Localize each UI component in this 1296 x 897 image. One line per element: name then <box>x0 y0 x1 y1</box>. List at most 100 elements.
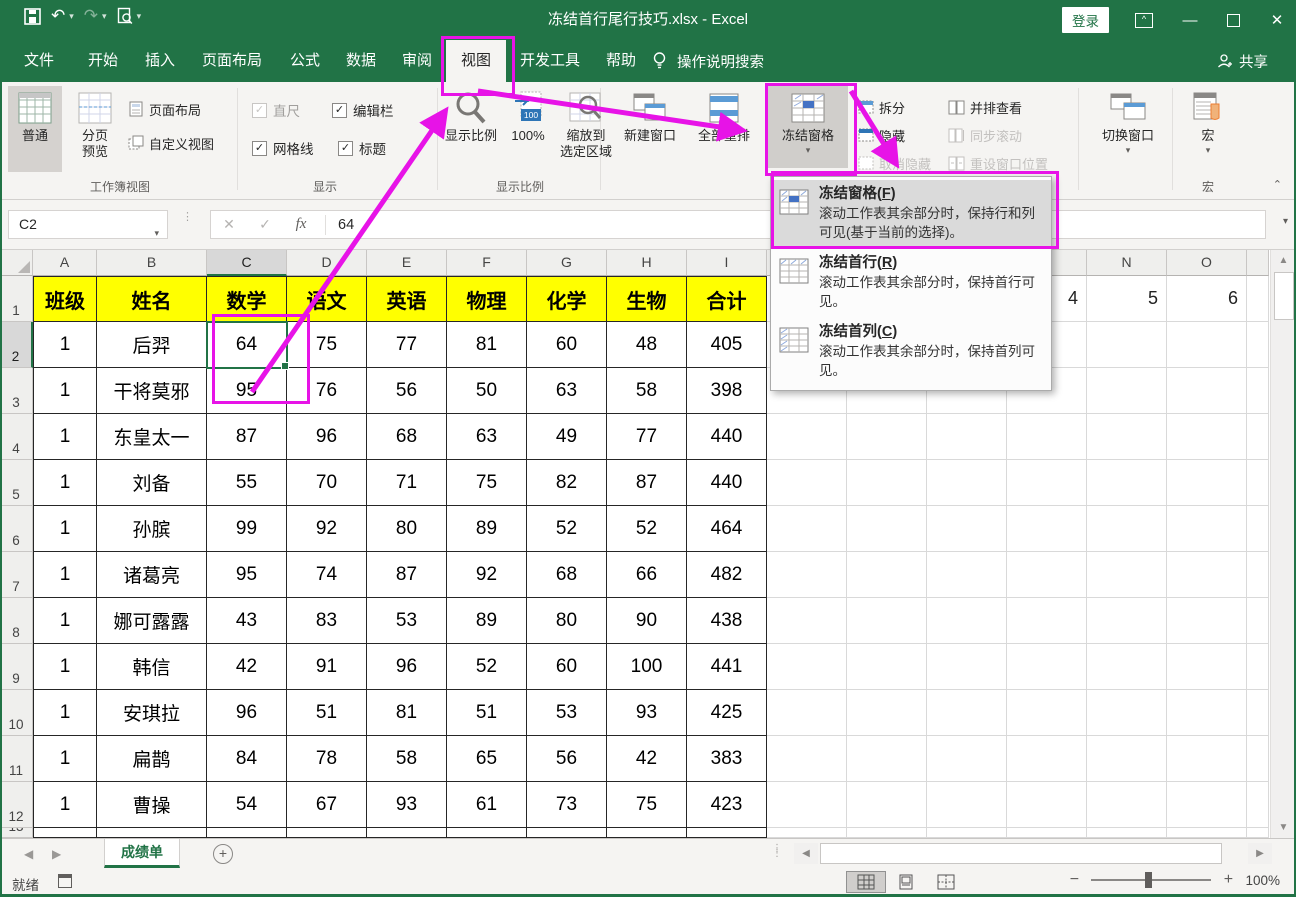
cell-M12[interactable] <box>1007 782 1087 828</box>
row-header-1[interactable]: 1 <box>0 276 33 322</box>
cell-M6[interactable] <box>1007 506 1087 552</box>
cell-O7[interactable] <box>1167 552 1247 598</box>
cell-F12[interactable]: 61 <box>447 782 527 828</box>
scroll-up-icon[interactable]: ▲ <box>1271 255 1296 266</box>
hide-button[interactable]: 隐藏 <box>858 124 905 146</box>
cell-H11[interactable]: 42 <box>607 736 687 782</box>
cell-O13[interactable] <box>1167 828 1247 838</box>
prev-sheet-icon[interactable]: ◀ <box>24 847 33 861</box>
cell-A3[interactable]: 1 <box>33 368 97 414</box>
cell-C9[interactable]: 42 <box>207 644 287 690</box>
tab-home[interactable]: 开始 <box>78 40 128 82</box>
arrange-all-button[interactable]: 全部重排 <box>690 86 758 172</box>
cell-G9[interactable]: 60 <box>527 644 607 690</box>
cell-B7[interactable]: 诸葛亮 <box>97 552 207 598</box>
view-side-by-side-button[interactable]: 并排查看 <box>948 96 1022 118</box>
cell-D10[interactable]: 51 <box>287 690 367 736</box>
select-all-corner[interactable] <box>0 250 33 276</box>
cell-G3[interactable]: 63 <box>527 368 607 414</box>
cell-D13[interactable] <box>287 828 367 838</box>
cell-M13[interactable] <box>1007 828 1087 838</box>
cell-partial-3[interactable] <box>1247 368 1269 414</box>
cell-N5[interactable] <box>1087 460 1167 506</box>
cell-E4[interactable]: 68 <box>367 414 447 460</box>
cell-D9[interactable]: 91 <box>287 644 367 690</box>
cell-J12[interactable] <box>767 782 847 828</box>
cancel-icon[interactable]: ✕ <box>211 216 247 233</box>
headings-checkbox[interactable]: ✓标题 <box>338 138 386 158</box>
name-box-dropdown-icon[interactable]: ▾ <box>154 220 159 247</box>
cell-A1[interactable]: 班级 <box>33 276 97 322</box>
cell-E10[interactable]: 81 <box>367 690 447 736</box>
cell-G5[interactable]: 82 <box>527 460 607 506</box>
cell-A4[interactable]: 1 <box>33 414 97 460</box>
cell-M7[interactable] <box>1007 552 1087 598</box>
cell-O5[interactable] <box>1167 460 1247 506</box>
normal-view-button[interactable]: 普通 <box>8 86 62 172</box>
tab-split-grip[interactable]: ⋮⋮ <box>772 846 782 856</box>
menu-item-freeze-top-row[interactable]: 冻结首行(R) 滚动工作表其余部分时，保持首行可见。 <box>771 249 1051 318</box>
cell-F3[interactable]: 50 <box>447 368 527 414</box>
cell-I8[interactable]: 438 <box>687 598 767 644</box>
cell-H8[interactable]: 90 <box>607 598 687 644</box>
cell-I11[interactable]: 383 <box>687 736 767 782</box>
cell-partial-1[interactable] <box>1247 276 1269 322</box>
normal-view-shortcut[interactable] <box>846 871 886 893</box>
cell-C3[interactable]: 95 <box>207 368 287 414</box>
selected-cell-C2[interactable]: 64 <box>207 322 287 368</box>
cell-D11[interactable]: 78 <box>287 736 367 782</box>
zoom-button[interactable]: 显示比例 <box>440 86 502 172</box>
cell-F9[interactable]: 52 <box>447 644 527 690</box>
column-header-I[interactable]: I <box>687 250 767 276</box>
cell-I7[interactable]: 482 <box>687 552 767 598</box>
macros-button[interactable]: 宏 ▾ <box>1184 86 1232 172</box>
cell-O12[interactable] <box>1167 782 1247 828</box>
cell-F8[interactable]: 89 <box>447 598 527 644</box>
cell-partial-11[interactable] <box>1247 736 1269 782</box>
cell-B3[interactable]: 干将莫邪 <box>97 368 207 414</box>
cell-H4[interactable]: 77 <box>607 414 687 460</box>
cell-partial-13[interactable] <box>1247 828 1269 838</box>
cell-N9[interactable] <box>1087 644 1167 690</box>
ribbon-display-options-icon[interactable]: ^ <box>1135 13 1153 28</box>
freeze-panes-button[interactable]: 冻结窗格 ▾ <box>768 86 848 168</box>
tab-insert[interactable]: 插入 <box>135 40 185 82</box>
cell-J9[interactable] <box>767 644 847 690</box>
cell-E13[interactable] <box>367 828 447 838</box>
cell-L12[interactable] <box>927 782 1007 828</box>
cell-partial-7[interactable] <box>1247 552 1269 598</box>
cell-A5[interactable]: 1 <box>33 460 97 506</box>
cell-N3[interactable] <box>1087 368 1167 414</box>
cell-L6[interactable] <box>927 506 1007 552</box>
cell-D8[interactable]: 83 <box>287 598 367 644</box>
cell-F11[interactable]: 65 <box>447 736 527 782</box>
row-header-12[interactable]: 12 <box>0 782 33 828</box>
cell-A9[interactable]: 1 <box>33 644 97 690</box>
cell-I1[interactable]: 合计 <box>687 276 767 322</box>
cell-partial-2[interactable] <box>1247 322 1269 368</box>
cell-K12[interactable] <box>847 782 927 828</box>
cell-H12[interactable]: 75 <box>607 782 687 828</box>
formula-field[interactable]: ✕ ✓ fx 64 <box>210 210 1266 239</box>
cell-K10[interactable] <box>847 690 927 736</box>
login-button[interactable]: 登录 <box>1062 7 1109 33</box>
cell-N12[interactable] <box>1087 782 1167 828</box>
column-header-C[interactable]: C <box>207 250 287 276</box>
cell-D4[interactable]: 96 <box>287 414 367 460</box>
cell-A13[interactable] <box>33 828 97 838</box>
cell-A7[interactable]: 1 <box>33 552 97 598</box>
cell-G8[interactable]: 80 <box>527 598 607 644</box>
cell-B2[interactable]: 后羿 <box>97 322 207 368</box>
split-button[interactable]: 拆分 <box>858 96 905 118</box>
maximize-button[interactable] <box>1227 14 1240 27</box>
cell-C10[interactable]: 96 <box>207 690 287 736</box>
row-header-3[interactable]: 3 <box>0 368 33 414</box>
cell-D5[interactable]: 70 <box>287 460 367 506</box>
formula-bar-checkbox[interactable]: ✓编辑栏 <box>332 100 394 120</box>
hscroll-right-icon[interactable]: ▶ <box>1248 843 1272 864</box>
cell-C11[interactable]: 84 <box>207 736 287 782</box>
cell-N4[interactable] <box>1087 414 1167 460</box>
cell-G11[interactable]: 56 <box>527 736 607 782</box>
cell-I2[interactable]: 405 <box>687 322 767 368</box>
cell-H5[interactable]: 87 <box>607 460 687 506</box>
